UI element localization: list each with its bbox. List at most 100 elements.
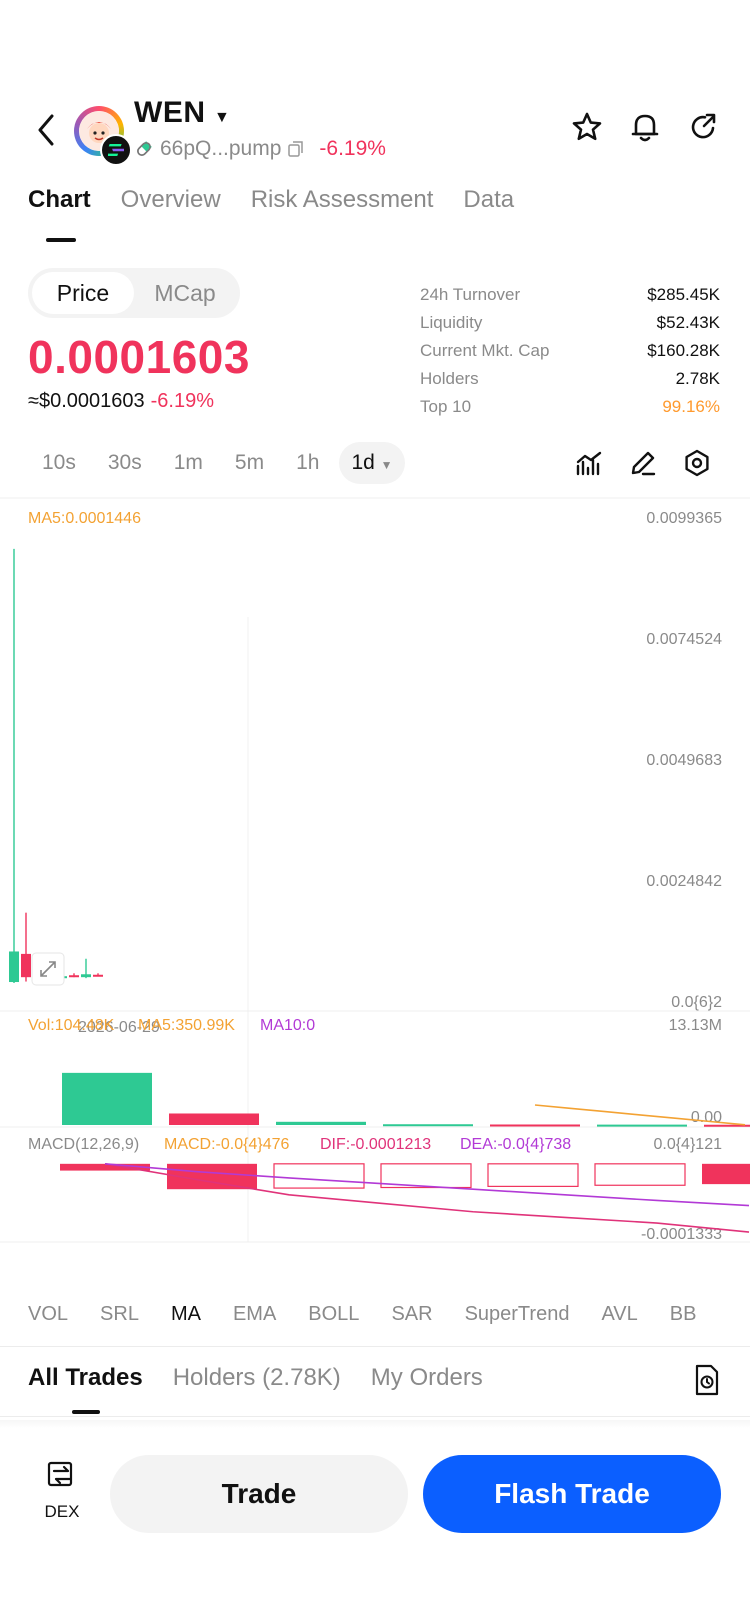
timeframe-10s[interactable]: 10s [30,442,88,484]
macd-group [60,1163,750,1233]
indicator-ma[interactable]: MA [171,1303,201,1326]
tab-overview[interactable]: Overview [121,186,221,214]
candle-body [93,974,103,977]
y-tick-2: 0.0049683 [646,752,722,769]
stat-top10: Top 10 99.16% [420,397,720,416]
tab-holders[interactable]: Holders (2.78K) [173,1364,341,1392]
dea-label: DEA:-0.0{4}738 [460,1136,571,1153]
draw-button[interactable] [626,446,660,480]
timeframe-30s[interactable]: 30s [96,442,154,484]
star-icon [572,112,602,141]
tab-data[interactable]: Data [463,186,514,214]
divider [0,1346,750,1347]
order-history-button[interactable] [692,1363,722,1397]
timeframe-1h[interactable]: 1h [284,442,331,484]
dex-swap-icon [47,1461,73,1487]
y-tick-3: 0.0024842 [646,873,722,890]
volume-bar [490,1124,580,1127]
y-tick-0: 0.0099365 [646,510,722,527]
trades-tabs: All Trades Holders (2.78K) My Orders [28,1364,483,1392]
macd-y-max: 0.0{4}121 [653,1136,722,1153]
chevron-left-icon [38,114,54,146]
volume-bar [597,1124,687,1127]
back-button[interactable] [26,110,66,150]
macd-histogram-bar [487,1163,579,1187]
stat-holders: Holders 2.78K [420,369,720,388]
indicator-srl[interactable]: SRL [100,1303,139,1326]
candle-body [21,953,31,978]
copy-icon[interactable] [287,140,305,158]
pill-icon [137,141,152,156]
chart-settings-button[interactable] [680,446,714,480]
macd-histogram-bar [594,1163,686,1186]
trades-tab-indicator [72,1410,100,1414]
indicator-tabs: VOL SRL MA EMA BOLL SAR SuperTrend AVL B… [28,1303,696,1326]
settings-icon [685,449,709,477]
token-address: 66pQ...pump [160,137,282,160]
bell-icon [631,114,659,142]
usd-price: ≈$0.0001603 [28,390,145,412]
tab-all-trades[interactable]: All Trades [28,1364,143,1392]
price-change: -6.19% [150,390,215,412]
share-icon [691,113,716,139]
indicator-supertrend[interactable]: SuperTrend [465,1303,570,1326]
tab-active-indicator [46,238,76,242]
toggle-mcap[interactable]: MCap [134,272,236,314]
caret-down-icon: ▼ [380,458,393,472]
toggle-price[interactable]: Price [32,272,134,314]
token-name[interactable]: WEN [134,96,206,130]
favorite-button[interactable] [568,108,606,146]
vol-y-max: 13.13M [669,1017,722,1034]
timeframe-5m[interactable]: 5m [223,442,276,484]
token-stats: 24h Turnover $285.45K Liquidity $52.43K Cu… [420,281,720,421]
indicator-avl[interactable]: AVL [601,1303,637,1326]
expand-chart-button[interactable] [31,952,65,986]
volume-bar [383,1124,473,1127]
timeframe-selector: 10s 30s 1m 5m 1h 1d ▼ [30,442,405,484]
price-chart[interactable]: MA5:0.0001446 0.0099365 0.0074524 0.0049… [0,497,750,1292]
indicator-icon [576,451,602,476]
indicator-bb[interactable]: BB [670,1303,697,1326]
alert-button[interactable] [626,108,664,146]
price-mcap-toggle: Price MCap [28,268,240,318]
timeframe-1m[interactable]: 1m [162,442,215,484]
dex-button[interactable] [40,1460,84,1495]
divider [0,1416,750,1417]
indicator-ema[interactable]: EMA [233,1303,276,1326]
share-button[interactable] [684,108,722,146]
current-price: 0.0001603 [28,331,250,383]
ma5-legend: MA5:0.0001446 [28,510,141,527]
tab-chart[interactable]: Chart [28,186,91,214]
main-tabs: Chart Overview Risk Assessment Data [28,186,514,214]
solana-chain-icon [100,134,132,166]
macd-histogram-bar [273,1163,365,1189]
stat-liquidity: Liquidity $52.43K [420,313,720,332]
tab-my-orders[interactable]: My Orders [371,1364,483,1392]
macd-histogram-bar [702,1163,750,1185]
vol-y-min: 0.00 [691,1109,722,1126]
flash-trade-button[interactable]: Flash Trade [423,1455,721,1533]
y-tick-1: 0.0074524 [646,631,722,648]
macd-title: MACD(12,26,9) [28,1136,139,1153]
volume-bars-group [62,1072,750,1127]
vol-ma10-legend: MA10:0 [260,1017,315,1034]
usd-price-row: ≈$0.0001603 -6.19% [28,390,214,413]
indicator-button[interactable] [572,446,606,480]
trade-button[interactable]: Trade [110,1455,408,1533]
vol-legend: Vol:104.48K [28,1017,115,1034]
candle-body [81,974,91,978]
indicator-vol[interactable]: VOL [28,1303,68,1326]
candle-body [9,951,19,983]
token-dropdown-icon[interactable]: ▼ [214,109,230,127]
section-shadow [0,1420,750,1428]
indicator-sar[interactable]: SAR [391,1303,432,1326]
volume-bar [62,1072,152,1125]
candle-body [69,975,79,978]
volume-bar [169,1113,259,1125]
indicator-boll[interactable]: BOLL [308,1303,359,1326]
token-address-row: 66pQ...pump -6.19% [134,137,386,161]
timeframe-1d[interactable]: 1d ▼ [339,442,405,484]
tab-risk-assessment[interactable]: Risk Assessment [251,186,434,214]
macd-value-label: MACD:-0.0{4}476 [164,1136,290,1153]
dex-label: DEX [44,1502,80,1521]
